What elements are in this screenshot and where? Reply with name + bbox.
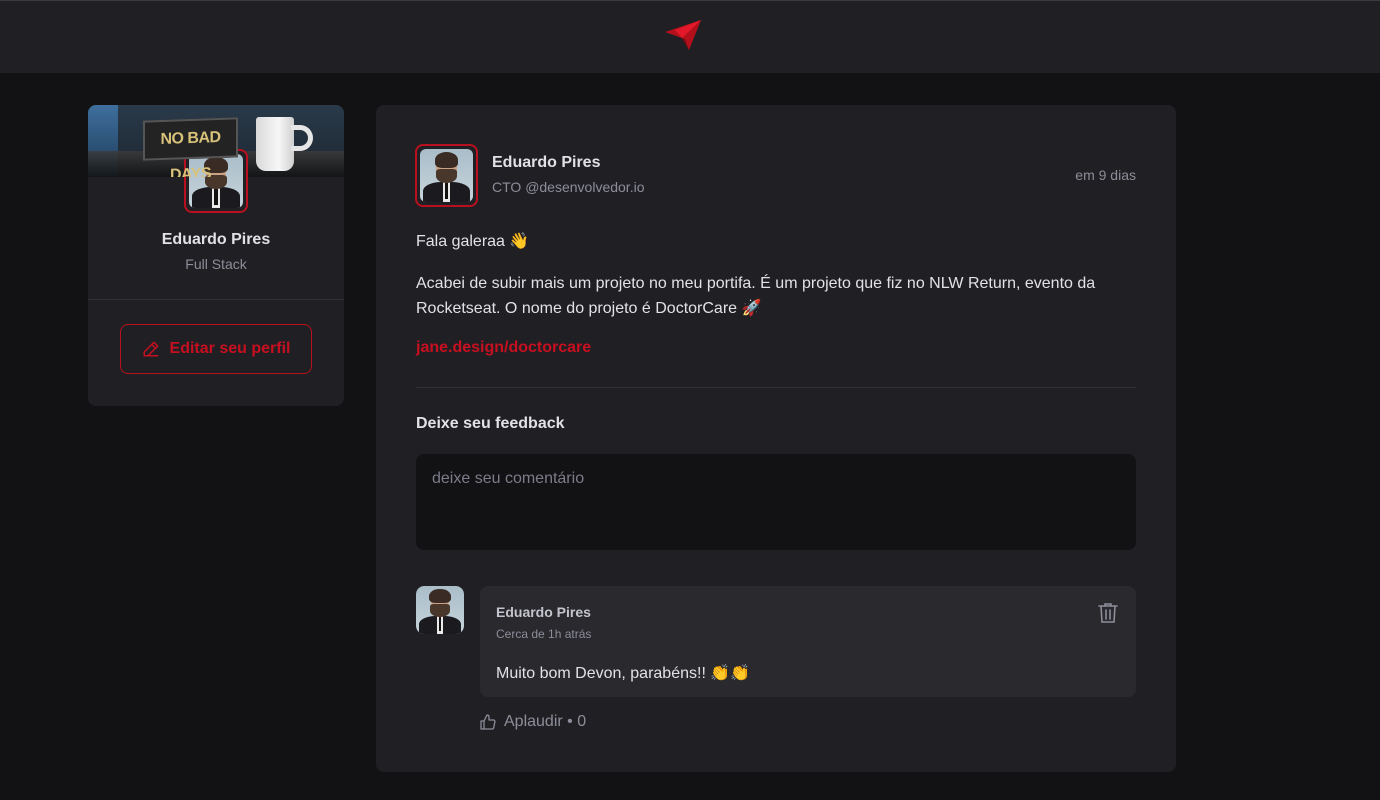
- comment-author-name: Eduardo Pires: [496, 604, 591, 620]
- comment-text: Muito bom Devon, parabéns!! 👏👏: [496, 665, 751, 682]
- post-paragraph: Acabei de subir mais um projeto no meu p…: [416, 275, 1096, 317]
- trash-icon[interactable]: [1098, 602, 1118, 624]
- profile-name: Eduardo Pires: [161, 231, 271, 248]
- cover-sign: NO BAD DAYS: [143, 117, 238, 177]
- comment-input[interactable]: [416, 454, 1136, 550]
- post-author-role: CTO @desenvolvedor.io: [492, 179, 645, 195]
- profile-sidebar: NO BAD DAYS Eduardo Pires Full Stack Edi…: [88, 105, 344, 406]
- top-bar: [0, 0, 1380, 73]
- pencil-icon: [143, 341, 159, 357]
- profile-role: Full Stack: [185, 256, 247, 272]
- post-card: Eduardo Pires CTO @desenvolvedor.io em 9…: [376, 105, 1176, 772]
- sidebar-divider: [88, 299, 344, 300]
- post-paragraph: Fala galeraa 👋: [416, 233, 530, 250]
- post-link[interactable]: jane.design/doctorcare: [416, 339, 591, 357]
- feedback-title: Deixe seu feedback: [416, 415, 565, 432]
- edit-profile-button[interactable]: Editar seu perfil: [120, 324, 312, 374]
- applaud-label: Aplaudir: [504, 713, 563, 730]
- comment-time: Cerca de 1h atrás: [496, 627, 592, 641]
- post-divider: [416, 387, 1136, 388]
- edit-profile-label: Editar seu perfil: [169, 340, 291, 357]
- post-author-avatar[interactable]: [415, 144, 478, 207]
- post-time: em 9 dias: [1075, 167, 1136, 183]
- applaud-separator: •: [562, 713, 578, 730]
- paper-plane-logo-icon: [665, 20, 701, 50]
- post-author-name: Eduardo Pires: [492, 154, 601, 171]
- comment-box: Eduardo Pires Cerca de 1h atrás Muito bo…: [480, 586, 1136, 697]
- comment-author-avatar[interactable]: [416, 586, 464, 634]
- thumbs-up-icon: [480, 714, 496, 730]
- applaud-count: 0: [577, 713, 587, 730]
- applaud-button[interactable]: Aplaudir • 0: [480, 713, 586, 731]
